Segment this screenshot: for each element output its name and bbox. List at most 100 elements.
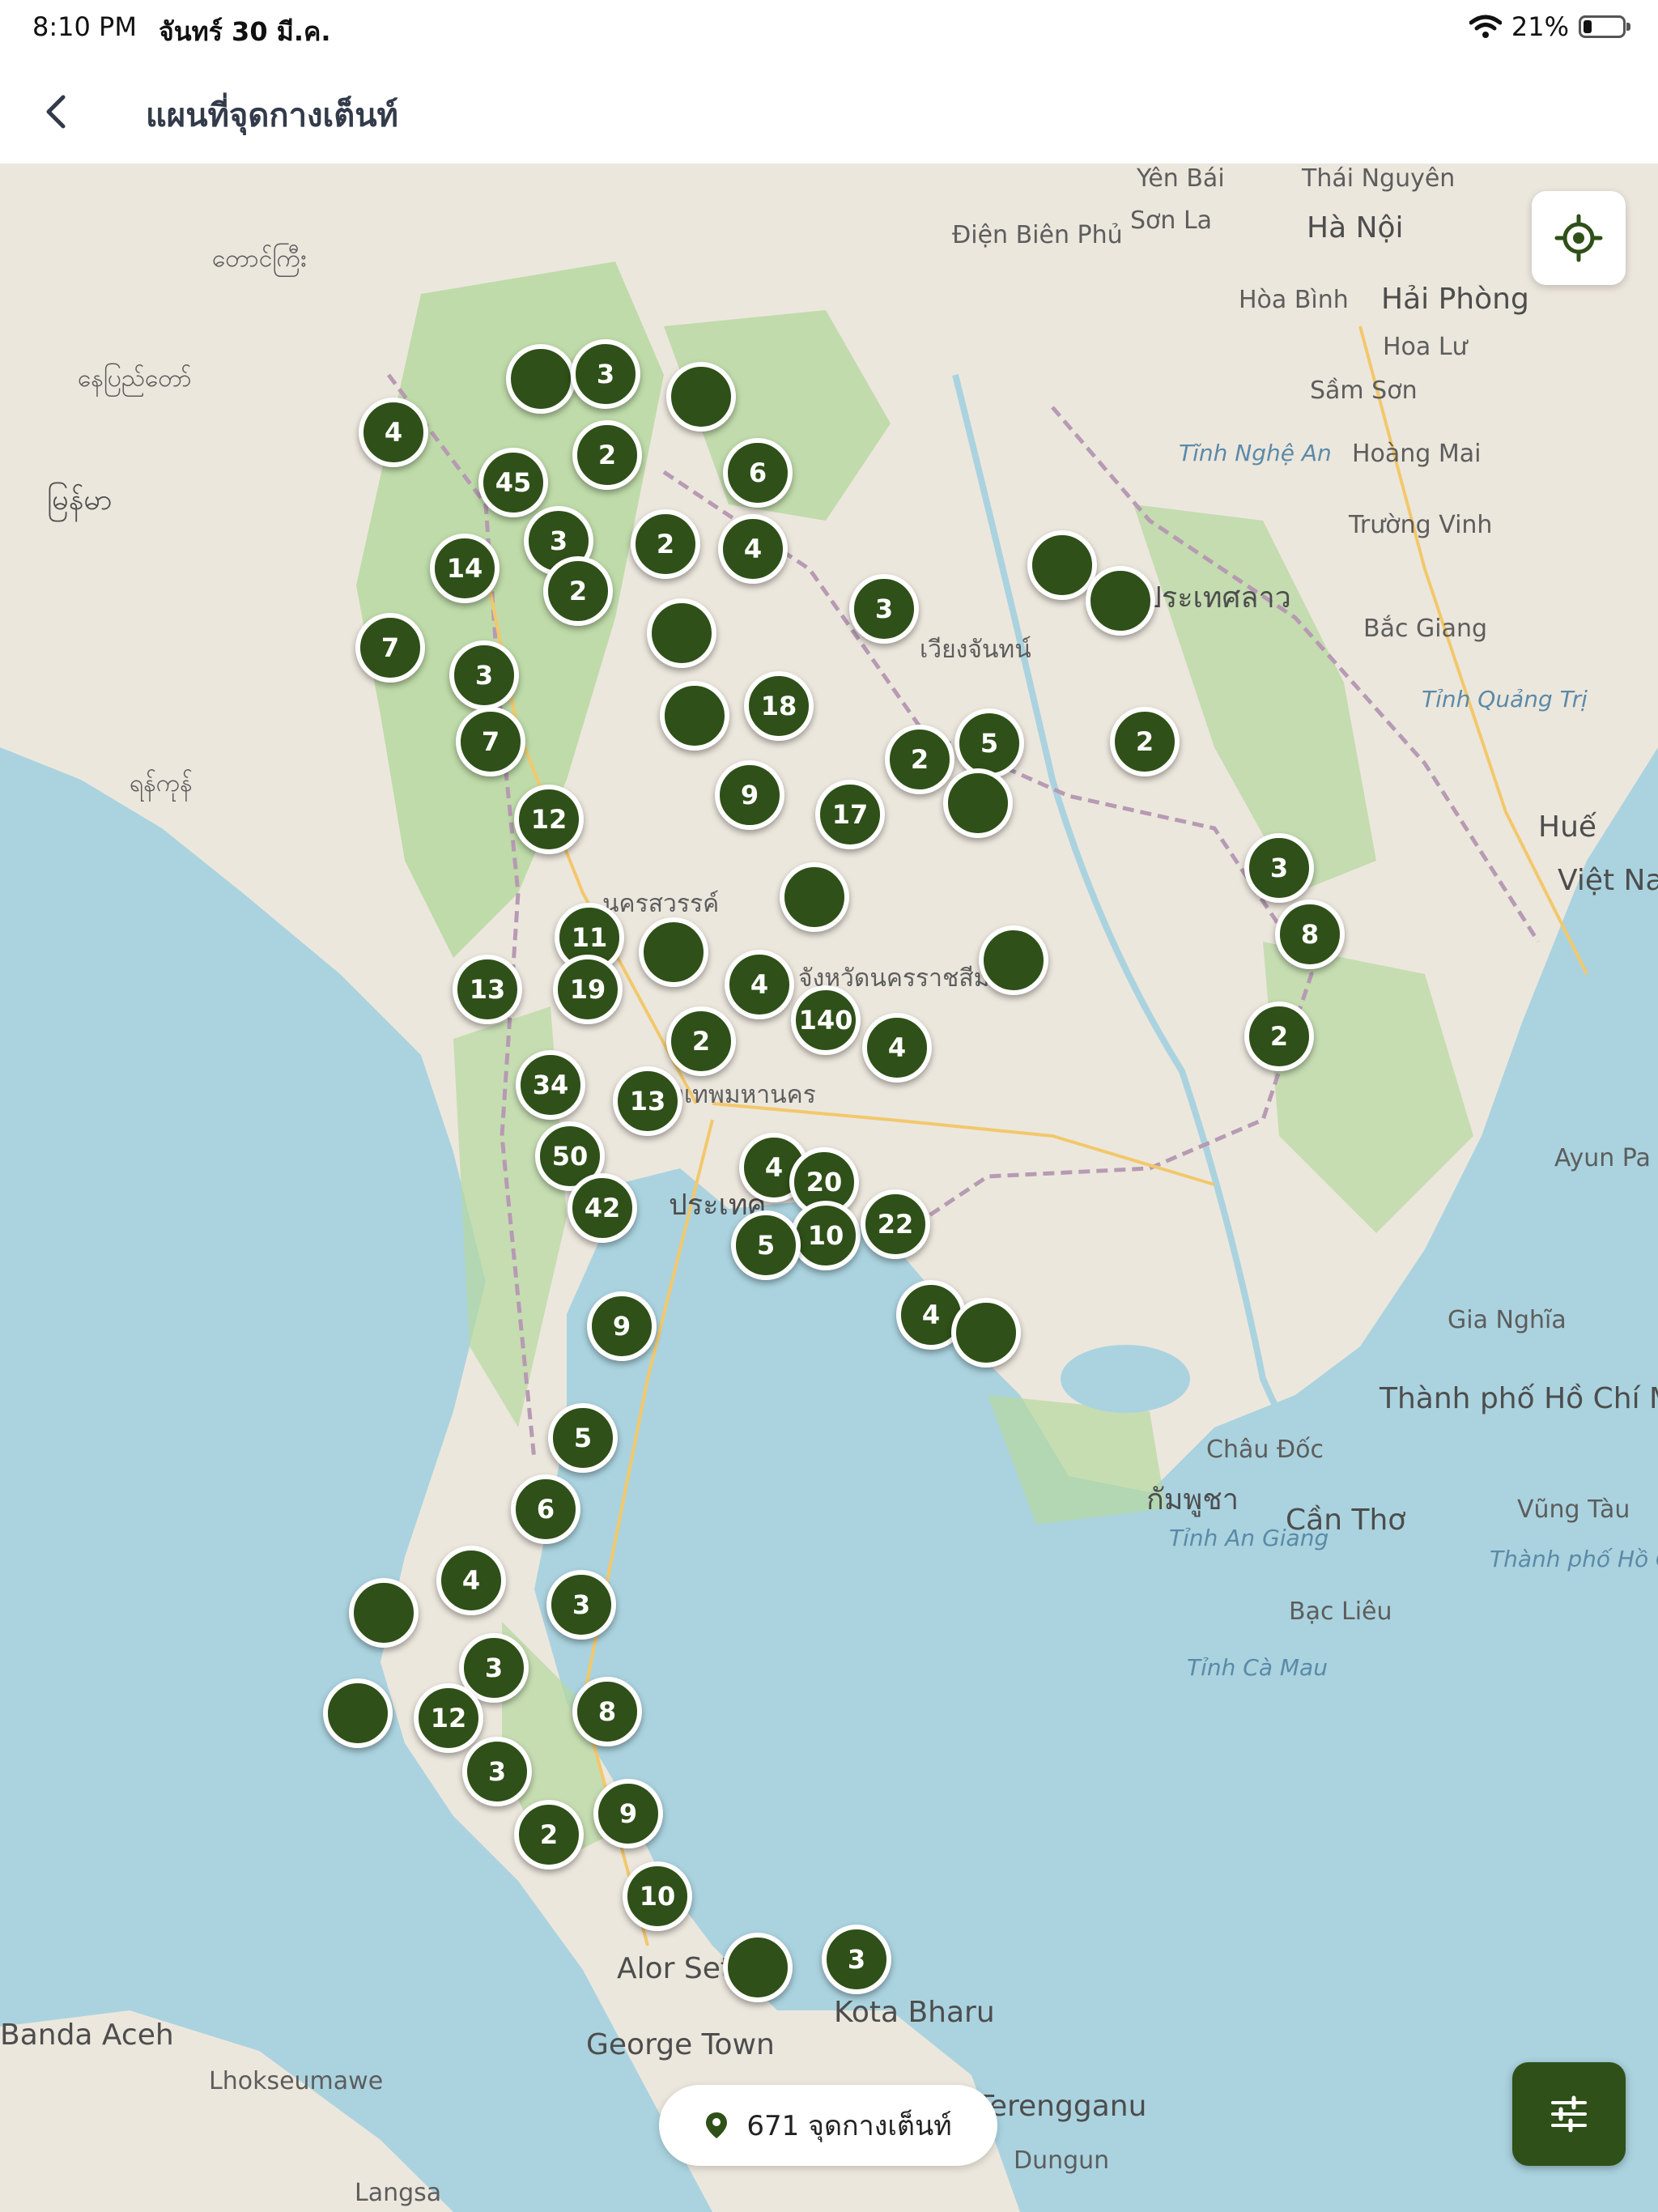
wifi-icon — [1469, 15, 1502, 38]
campsite-cluster[interactable]: 45 — [478, 448, 548, 517]
campsite-cluster[interactable]: 12 — [414, 1683, 483, 1753]
map-label: Ayun Pa — [1554, 1144, 1651, 1172]
campsite-cluster[interactable]: 13 — [453, 955, 522, 1024]
campsite-cluster[interactable]: 8 — [572, 1677, 642, 1746]
map-label: Tỉnh An Giang — [1169, 1525, 1329, 1551]
campsite-cluster[interactable] — [666, 362, 736, 432]
campsite-cluster[interactable]: 3 — [822, 1925, 891, 1994]
campsite-cluster[interactable]: 6 — [511, 1474, 580, 1544]
campsite-cluster[interactable] — [943, 768, 1013, 838]
map-label: Langsa — [355, 2179, 442, 2207]
campsite-cluster[interactable]: 5 — [731, 1210, 801, 1280]
map-label: Yên Bái — [1137, 164, 1225, 193]
campsite-cluster[interactable]: 2 — [631, 509, 700, 579]
campsite-cluster[interactable]: 18 — [744, 671, 814, 741]
campsite-cluster[interactable]: 10 — [791, 1201, 861, 1270]
campsite-cluster[interactable]: 4 — [718, 514, 788, 584]
campsite-cluster[interactable]: 9 — [593, 1779, 663, 1848]
campsite-cluster[interactable]: 2 — [543, 556, 613, 626]
chevron-left-icon — [46, 95, 66, 129]
map-pin-icon — [706, 2112, 728, 2138]
status-time: 8:10 PM — [32, 11, 137, 42]
campsite-cluster[interactable]: 10 — [623, 1861, 692, 1931]
campsite-cluster[interactable]: 3 — [462, 1737, 532, 1806]
campsite-cluster[interactable]: 2 — [1110, 707, 1180, 776]
campsite-cluster[interactable]: 140 — [791, 985, 861, 1055]
map-label: Hà Nội — [1307, 211, 1404, 245]
map-label: တောင်ကြီး — [212, 245, 307, 273]
crosshair-icon — [1554, 214, 1603, 262]
campsite-cluster[interactable]: 13 — [613, 1066, 682, 1136]
campsite-cluster[interactable]: 2 — [885, 725, 954, 794]
campsite-cluster[interactable]: 2 — [1244, 1002, 1314, 1071]
campsite-cluster[interactable]: 34 — [516, 1050, 585, 1120]
campsite-cluster[interactable]: 7 — [355, 613, 425, 683]
map-label: Tỉnh Quảng Trị — [1422, 686, 1588, 713]
campsite-cluster[interactable]: 2 — [514, 1800, 584, 1870]
campsite-cluster[interactable]: 3 — [571, 339, 640, 409]
map-label: နေပြည်တော် — [78, 364, 192, 393]
campsite-cluster[interactable]: 12 — [514, 785, 584, 854]
campsite-cluster[interactable]: 2 — [666, 1006, 736, 1076]
map-label: Hòa Bình — [1239, 286, 1349, 314]
map-label: Trường Vinh — [1349, 511, 1493, 539]
campsite-cluster[interactable]: 3 — [449, 640, 519, 710]
campsite-cluster[interactable]: 14 — [430, 534, 500, 603]
map-label: Gia Nghĩa — [1448, 1306, 1567, 1334]
campsite-cluster[interactable]: 3 — [849, 574, 919, 644]
campsite-cluster[interactable] — [780, 862, 849, 932]
campsite-cluster[interactable]: 8 — [1275, 900, 1345, 969]
campsite-cluster[interactable] — [349, 1578, 419, 1648]
campsite-cluster[interactable]: 4 — [436, 1546, 506, 1615]
campsite-cluster[interactable]: 19 — [553, 955, 623, 1024]
campsite-cluster[interactable] — [639, 917, 708, 987]
map-label: Terengganu — [976, 2090, 1147, 2123]
battery-level — [1584, 20, 1592, 33]
campsite-cluster[interactable]: 4 — [725, 950, 794, 1019]
map-label: Tỉnh Cà Mau — [1187, 1654, 1328, 1681]
map-label: Bắc Giang — [1363, 615, 1488, 643]
map-label: Hải Phòng — [1381, 283, 1529, 316]
map-label: Tĩnh Nghệ An — [1179, 440, 1332, 466]
campsite-cluster[interactable] — [506, 344, 576, 414]
campsite-cluster[interactable] — [660, 681, 729, 751]
map-view[interactable]: Yên Bái Thái Nguyên Sơn La Hà Nội Điện B… — [0, 164, 1658, 2212]
map-label: ရန်ကုန် — [130, 769, 193, 798]
map-label: Sơn La — [1130, 206, 1213, 235]
campsite-cluster[interactable] — [323, 1678, 393, 1748]
map-label: Huế — [1538, 810, 1597, 844]
campsite-cluster[interactable]: 7 — [456, 707, 525, 776]
map-label: Việt Nam — [1558, 864, 1658, 897]
campsite-cluster[interactable]: 4 — [359, 398, 428, 467]
battery-icon — [1579, 15, 1630, 38]
campsite-cluster[interactable]: 17 — [815, 780, 885, 849]
campsite-cluster[interactable]: 42 — [568, 1173, 637, 1243]
battery-percent: 21% — [1511, 11, 1569, 42]
locate-me-button[interactable] — [1532, 191, 1626, 285]
campsite-cluster[interactable] — [951, 1298, 1021, 1368]
campsite-cluster[interactable]: 9 — [715, 760, 784, 830]
filter-button[interactable] — [1512, 2062, 1626, 2166]
campsite-count-pill[interactable]: 671 จุดกางเต็นท์ — [659, 2085, 997, 2166]
campsite-cluster[interactable] — [979, 925, 1048, 995]
campsite-cluster[interactable] — [1086, 566, 1155, 636]
campsite-cluster[interactable]: 9 — [587, 1291, 657, 1361]
campsite-cluster[interactable]: 3 — [546, 1570, 616, 1640]
campsite-cluster[interactable]: 5 — [548, 1403, 618, 1473]
campsite-cluster[interactable]: 22 — [861, 1189, 930, 1259]
campsite-cluster[interactable]: 4 — [862, 1013, 932, 1083]
navigation-bar: แผนที่จุดกางเต็นท์ — [0, 58, 1658, 164]
campsite-cluster[interactable]: 2 — [572, 420, 642, 490]
status-indicators: 21% — [1469, 11, 1630, 42]
map-label: Hoa Lư — [1383, 333, 1468, 361]
map-label: Banda Aceh — [0, 2018, 174, 2052]
back-button[interactable] — [32, 87, 81, 136]
map-label: Vũng Tàu — [1517, 1495, 1630, 1524]
campsite-count-text: 671 จุดกางเต็นท์ — [746, 2110, 952, 2142]
campsite-cluster[interactable]: 5 — [954, 708, 1024, 778]
campsite-cluster[interactable]: 6 — [723, 438, 793, 508]
map-label: Bạc Liêu — [1289, 1597, 1392, 1626]
campsite-cluster[interactable] — [723, 1933, 793, 2002]
campsite-cluster[interactable] — [647, 598, 716, 668]
campsite-cluster[interactable]: 3 — [1244, 833, 1314, 903]
